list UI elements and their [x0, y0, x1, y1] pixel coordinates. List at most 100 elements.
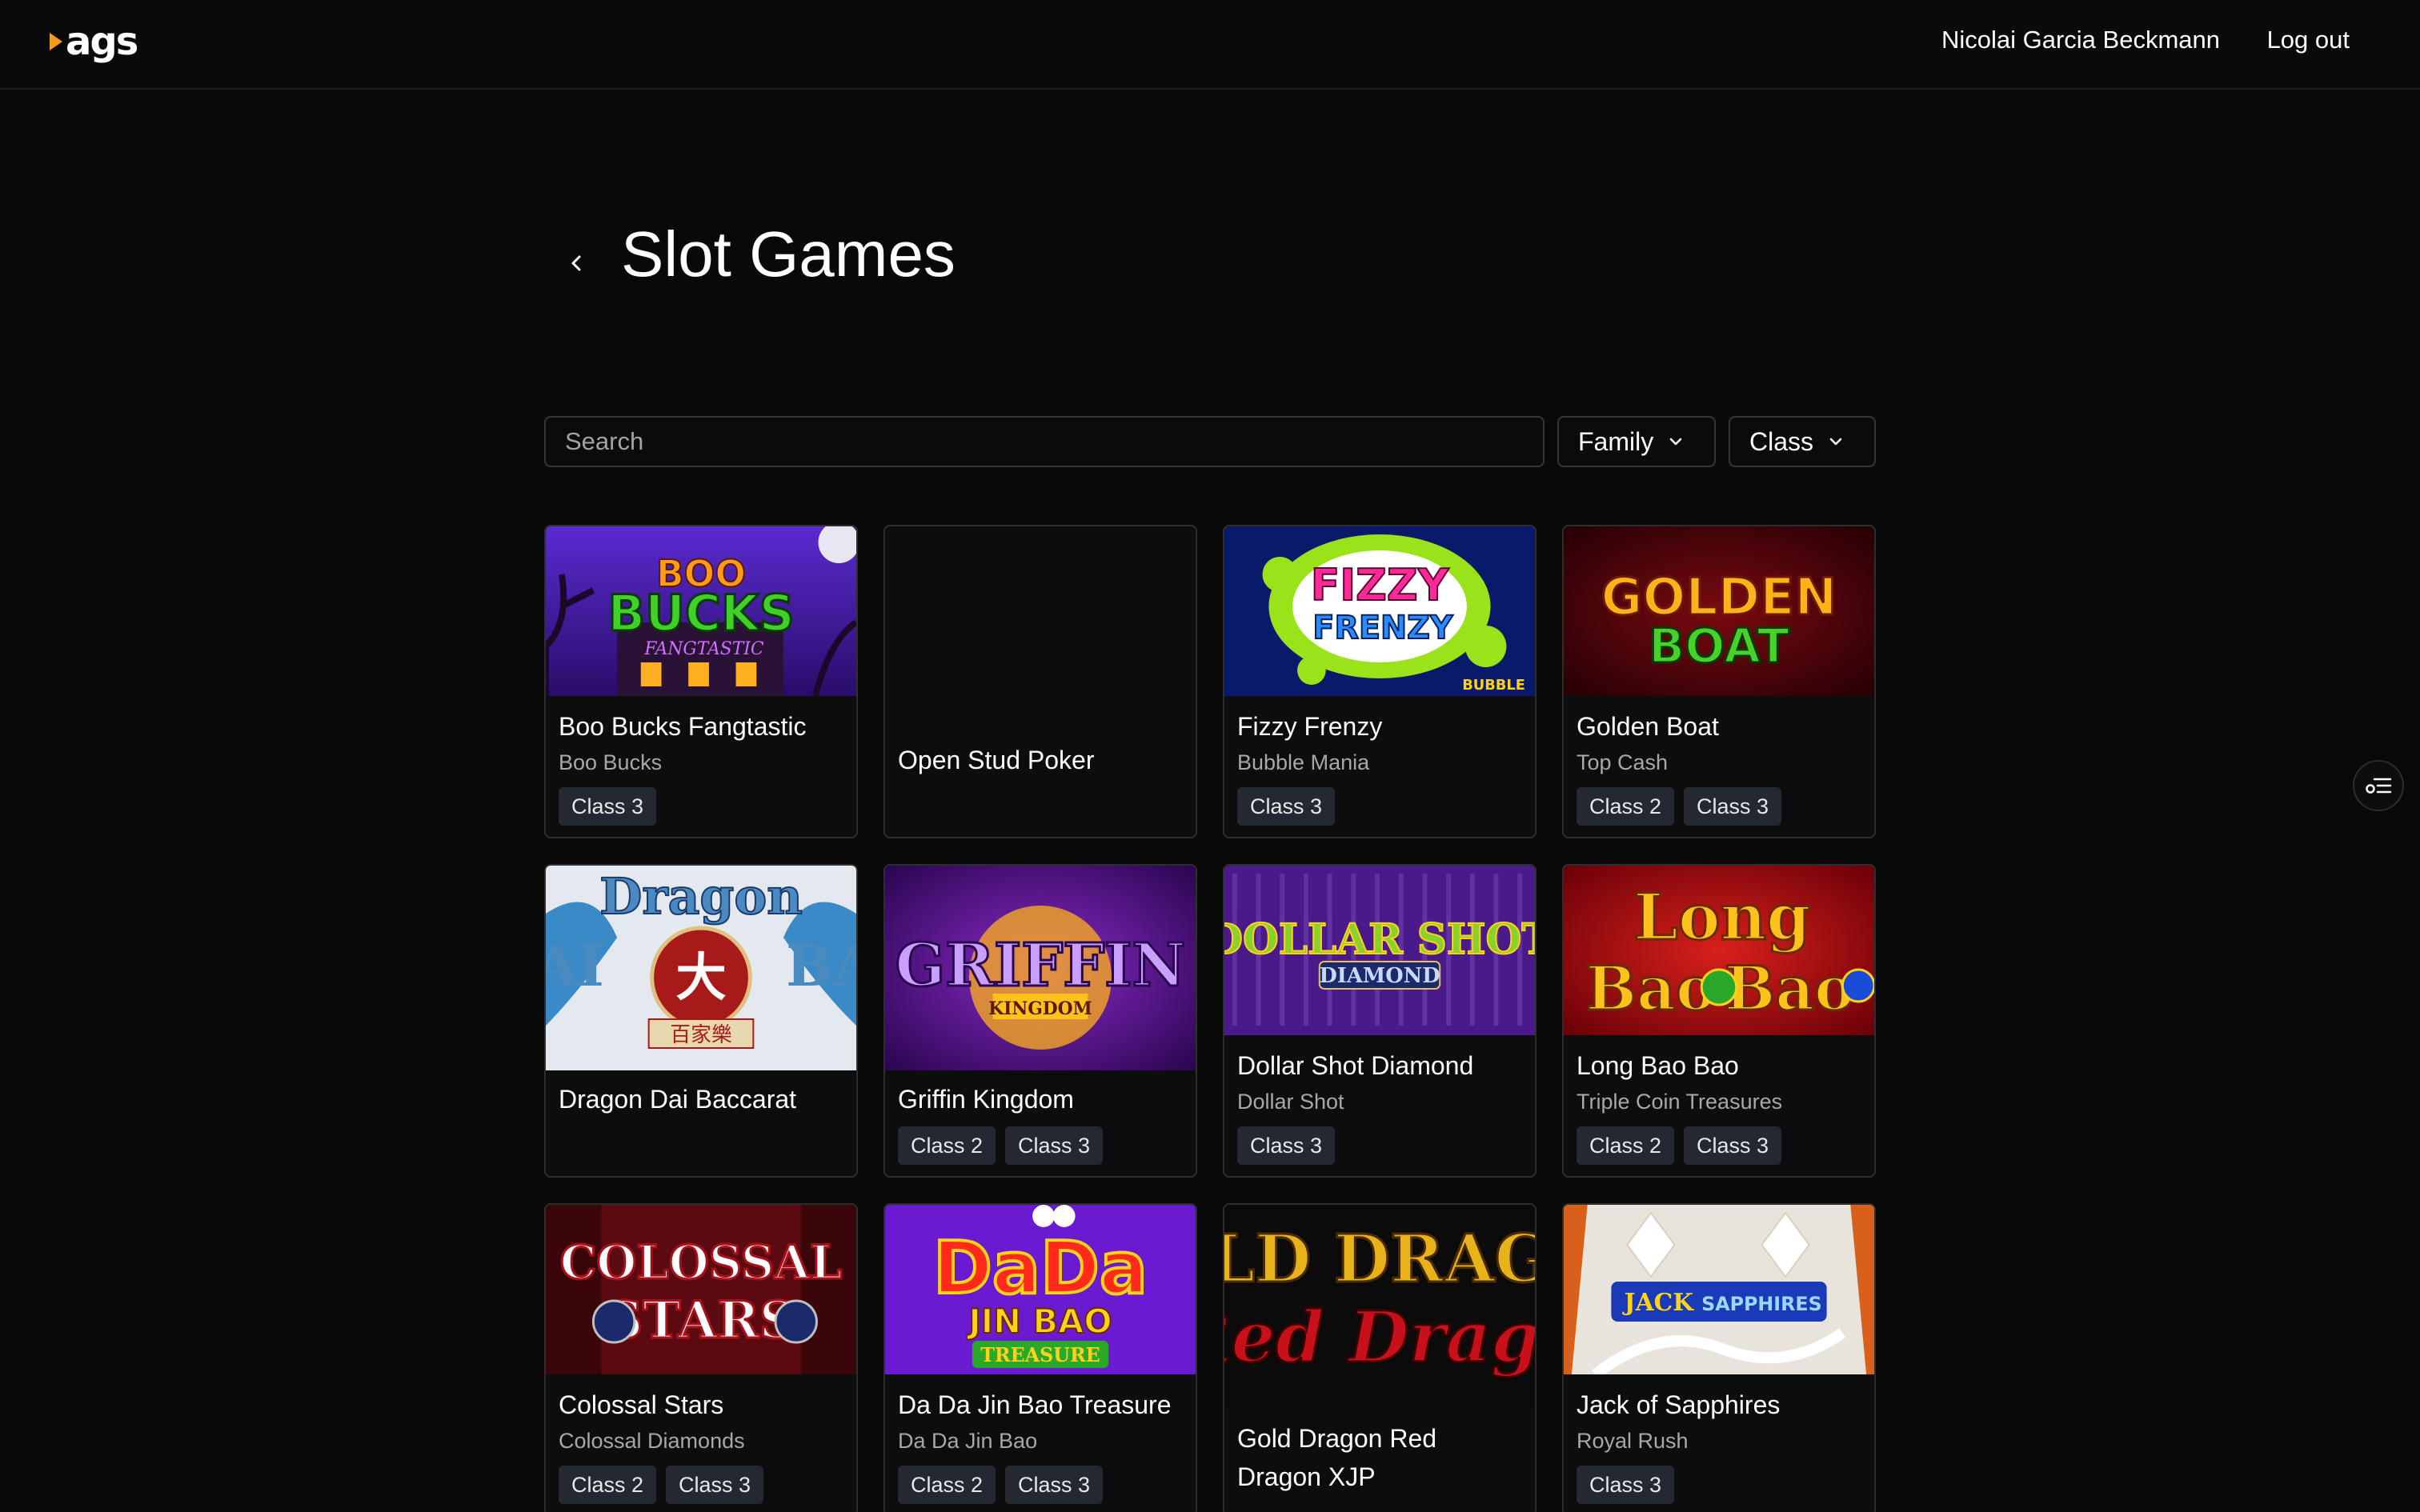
chevron-down-icon	[1669, 438, 1682, 446]
game-thumbnail: Dragon AI BA 大 百家樂	[546, 866, 856, 1070]
game-title: Dollar Shot Diamond	[1237, 1051, 1474, 1080]
art-text: KINGDOM	[988, 998, 1092, 1019]
class-badges: Class 2 Class 3	[1577, 787, 1782, 826]
class-badge: Class 2	[1577, 787, 1675, 826]
game-card[interactable]: GRIFFIN KINGDOM Griffin Kingdom Class 2 …	[883, 864, 1197, 1178]
art-text: FANGTASTIC	[643, 639, 763, 659]
game-card[interactable]: DaDa JIN BAO TREASURE Da Da Jin Bao Trea…	[883, 1203, 1197, 1512]
class-badge: Class 2	[898, 1466, 996, 1504]
art-text: JIN BAO	[966, 1302, 1112, 1341]
class-badges: Class 3	[1577, 1466, 1675, 1504]
game-card[interactable]: LD DRAG Red Drago Gold Dragon Red Dragon…	[1223, 1203, 1537, 1512]
family-dropdown[interactable]: Family	[1557, 416, 1716, 467]
art-text: FRENZY	[1312, 610, 1453, 646]
art-text: Red Drago	[1224, 1296, 1535, 1379]
class-badges: Class 3	[559, 787, 657, 826]
game-title: Gold Dragon Red Dragon XJP	[1237, 1424, 1437, 1491]
search-input[interactable]	[544, 416, 1545, 467]
game-family: Triple Coin Treasures	[1577, 1090, 1783, 1114]
game-title: Golden Boat	[1577, 712, 1719, 741]
game-title: Open Stud Poker	[898, 746, 1095, 774]
game-thumbnail: BOO BUCKS FANGTASTIC	[546, 526, 856, 696]
class-dropdown[interactable]: Class	[1729, 416, 1876, 467]
art-text: Dragon	[599, 867, 803, 926]
game-card[interactable]: FIZZY FRENZY BUBBLE Fizzy Frenzy Bubble …	[1223, 525, 1537, 838]
chevron-left-icon	[571, 255, 581, 271]
family-dropdown-label: Family	[1578, 426, 1654, 456]
class-badge: Class 3	[1237, 787, 1336, 826]
game-thumbnail: LD DRAG Red Drago	[1224, 1205, 1535, 1410]
game-thumbnail: GRIFFIN KINGDOM	[885, 866, 1196, 1070]
game-card[interactable]: JACK SAPPHIRES Jack of Sapphires Royal R…	[1562, 1203, 1876, 1512]
class-dropdown-label: Class	[1749, 426, 1814, 456]
game-title: Colossal Stars	[559, 1390, 724, 1419]
art-text: 百家樂	[670, 1023, 731, 1047]
art-text: FIZZY	[1311, 560, 1450, 610]
art-text: GRIFFIN	[895, 931, 1186, 1000]
art-text: JACK	[1622, 1289, 1695, 1317]
class-badge: Class 3	[1684, 787, 1782, 826]
top-nav-bar: ags Nicolai Garcia Beckmann Log out	[0, 0, 2420, 90]
ags-logo[interactable]: ags	[50, 19, 138, 64]
game-thumbnail: GOLDEN BOAT	[1564, 526, 1874, 696]
class-badge: Class 3	[1684, 1126, 1782, 1165]
chevron-down-icon	[1829, 438, 1842, 446]
art-text: 大	[675, 949, 726, 1008]
game-thumbnail: DOLLAR SHOT DIAMOND	[1224, 866, 1535, 1035]
game-card[interactable]: Open Stud Poker	[883, 525, 1197, 838]
game-card[interactable]: BOO BUCKS FANGTASTIC Boo Bucks Fangtasti…	[544, 525, 858, 838]
class-badge: Class 2	[559, 1466, 657, 1504]
game-thumbnail: COLOSSAL STARS	[546, 1205, 856, 1374]
art-text: DOLLAR SHOT	[1224, 915, 1535, 964]
game-card[interactable]: GOLDEN BOAT Golden Boat Top Cash Class 2…	[1562, 525, 1876, 838]
art-text: SAPPHIRES	[1701, 1293, 1822, 1315]
game-title: Da Da Jin Bao Treasure	[898, 1390, 1172, 1419]
game-family: Da Da Jin Bao	[898, 1429, 1038, 1453]
class-badge: Class 3	[1005, 1126, 1104, 1165]
game-title: Jack of Sapphires	[1577, 1390, 1781, 1419]
art-text: AI	[546, 934, 604, 999]
game-card[interactable]: Long Bao Bao Long Bao Bao Triple Coin Tr…	[1562, 864, 1876, 1178]
user-name[interactable]: Nicolai Garcia Beckmann	[1941, 26, 2220, 54]
class-badges: Class 3	[1237, 787, 1336, 826]
class-badge: Class 3	[666, 1466, 764, 1504]
class-badge: Class 2	[1577, 1126, 1675, 1165]
class-badges: Class 2 Class 3	[1577, 1126, 1782, 1165]
class-badges: Class 2 Class 3	[898, 1126, 1104, 1165]
game-card[interactable]: COLOSSAL STARS Colossal Stars Colossal D…	[544, 1203, 858, 1512]
class-badge: Class 3	[1005, 1466, 1104, 1504]
list-settings-icon	[2366, 778, 2392, 794]
art-text: BUBBLE	[1462, 677, 1525, 694]
class-badge: Class 3	[1237, 1126, 1336, 1165]
game-thumbnail: DaDa JIN BAO TREASURE	[885, 1205, 1196, 1374]
class-badge: Class 2	[898, 1126, 996, 1165]
art-text: BUCKS	[607, 585, 794, 642]
art-text: Bao	[1586, 953, 1716, 1024]
game-card[interactable]: DOLLAR SHOT DIAMOND Dollar Shot Diamond …	[1223, 864, 1537, 1178]
game-title: Dragon Dai Baccarat	[559, 1085, 797, 1114]
game-family: Boo Bucks	[559, 750, 663, 774]
logo-text: ags	[66, 19, 138, 64]
art-text: TREASURE	[980, 1344, 1100, 1366]
art-text: BA	[786, 934, 856, 999]
game-family: Bubble Mania	[1237, 750, 1370, 774]
play-triangle-icon	[50, 33, 62, 50]
game-title: Long Bao Bao	[1577, 1051, 1739, 1080]
game-title: Griffin Kingdom	[898, 1085, 1074, 1114]
class-badges: Class 3	[1237, 1126, 1336, 1165]
logout-link[interactable]: Log out	[2267, 26, 2350, 54]
floating-menu-button[interactable]	[2353, 760, 2404, 811]
class-badges: Class 2 Class 3	[559, 1466, 764, 1504]
game-family: Royal Rush	[1577, 1429, 1689, 1453]
page-title: Slot Games	[621, 218, 956, 290]
class-badge: Class 3	[559, 787, 657, 826]
class-badges: Class 2 Class 3	[898, 1466, 1104, 1504]
art-text: DaDa	[933, 1227, 1148, 1311]
game-family: Colossal Diamonds	[559, 1429, 745, 1453]
game-title: Boo Bucks Fangtastic	[559, 712, 807, 741]
game-thumbnail: FIZZY FRENZY BUBBLE	[1224, 526, 1535, 696]
game-thumbnail: JACK SAPPHIRES	[1564, 1205, 1874, 1374]
game-family: Top Cash	[1577, 750, 1669, 774]
back-button[interactable]	[562, 243, 591, 283]
game-card[interactable]: Dragon AI BA 大 百家樂 Dragon Dai Baccarat	[544, 864, 858, 1178]
